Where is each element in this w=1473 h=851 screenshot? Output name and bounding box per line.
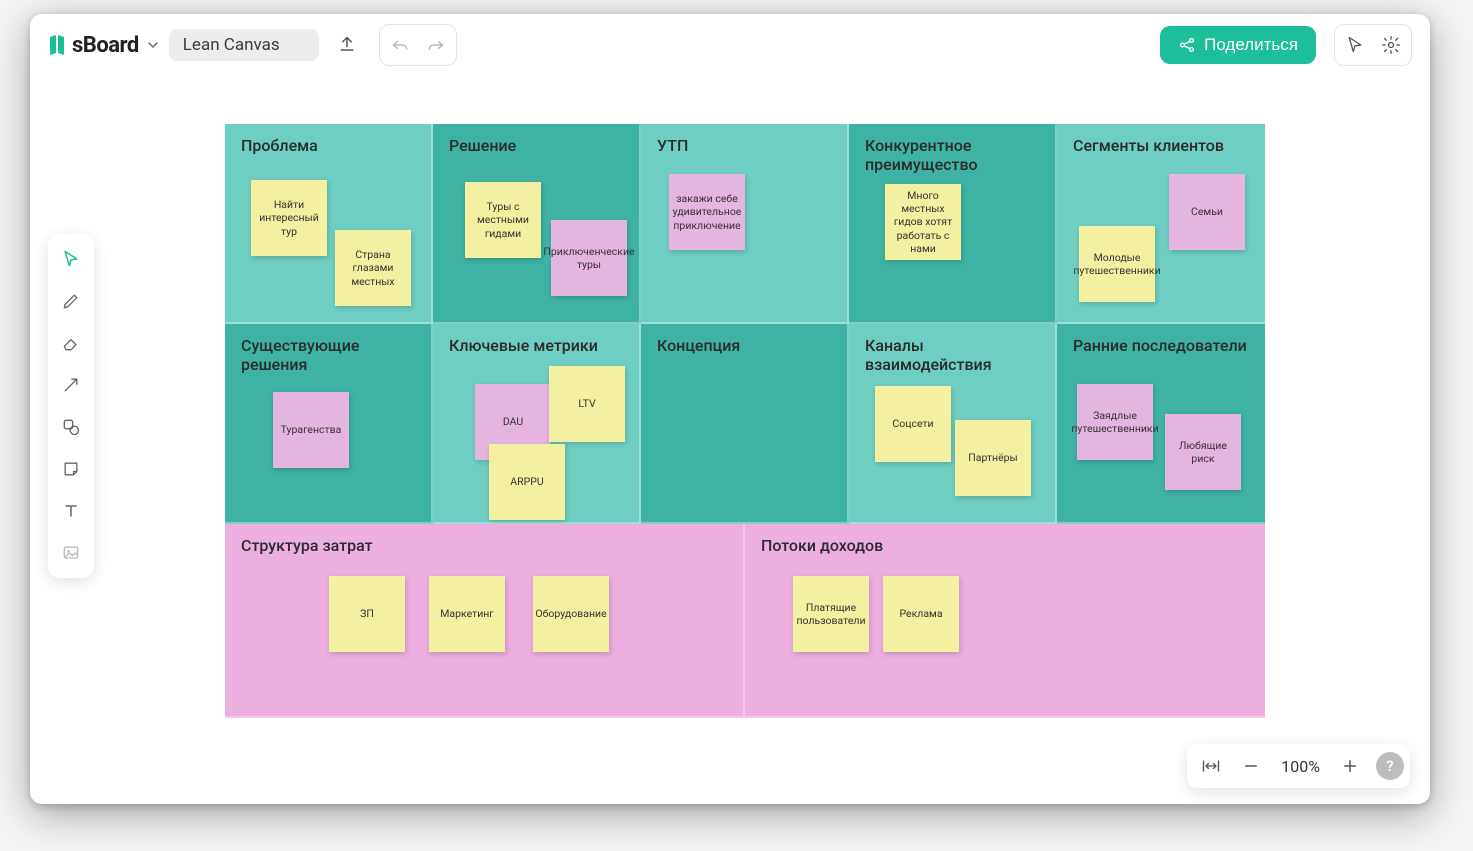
cell-problem[interactable]: Проблема Найти интересный турСтрана глаз…	[225, 124, 433, 324]
sticky-note[interactable]: ARPPU	[489, 444, 565, 520]
cell-title: Ранние последователи	[1073, 336, 1249, 355]
cell-title: Структура затрат	[241, 536, 727, 555]
cell-existing[interactable]: Существующие решения Турагенства	[225, 324, 433, 524]
top-right-group	[1334, 24, 1412, 66]
shape-tool[interactable]	[52, 408, 90, 446]
sticky-note[interactable]: Реклама	[883, 576, 959, 652]
topbar: sBoard Lean Canvas Поделиться	[30, 14, 1430, 76]
cell-solution[interactable]: Решение Туры с местными гидамиПриключенч…	[433, 124, 641, 324]
sticky-note[interactable]: LTV	[549, 366, 625, 442]
sticky-note[interactable]: Страна глазами местных	[335, 230, 411, 306]
share-icon	[1178, 36, 1196, 54]
cell-title: Решение	[449, 136, 623, 155]
cell-title: Концепция	[657, 336, 831, 355]
image-icon	[61, 543, 81, 563]
sticky-note[interactable]: Оборудование	[533, 576, 609, 652]
pencil-icon	[61, 291, 81, 311]
share-button[interactable]: Поделиться	[1160, 26, 1316, 64]
sticky-note[interactable]: Туры с местными гидами	[465, 182, 541, 258]
cell-concept[interactable]: Концепция	[641, 324, 849, 524]
lean-canvas[interactable]: Проблема Найти интересный турСтрана глаз…	[225, 124, 1265, 724]
minus-icon	[1242, 757, 1260, 775]
sticky-note[interactable]: Любящие риск	[1165, 414, 1241, 490]
undo-redo-group	[379, 24, 457, 66]
cell-advantage[interactable]: Конкурентное преимущество Много местных …	[849, 124, 1057, 324]
fit-icon	[1201, 758, 1221, 774]
logo-text: sBoard	[72, 33, 139, 58]
help-button[interactable]: ?	[1376, 752, 1404, 780]
pen-tool[interactable]	[52, 282, 90, 320]
upload-button[interactable]	[329, 27, 365, 63]
gear-icon	[1381, 35, 1401, 55]
sticky-note[interactable]: Платящие пользователи	[793, 576, 869, 652]
settings-button[interactable]	[1373, 27, 1409, 63]
eraser-tool[interactable]	[52, 324, 90, 362]
cell-title: Каналы взаимодействия	[865, 336, 1039, 374]
cell-revenue[interactable]: Потоки доходов Платящие пользователиРекл…	[745, 524, 1265, 718]
sticky-note[interactable]: Турагенства	[273, 392, 349, 468]
app-window: sBoard Lean Canvas Поделиться	[30, 14, 1430, 804]
shape-icon	[61, 417, 81, 437]
share-label: Поделиться	[1204, 35, 1298, 55]
cell-title: Конкурентное преимущество	[865, 136, 1039, 174]
arrow-icon	[61, 375, 81, 395]
cell-title: Потоки доходов	[761, 536, 1249, 555]
pointer-icon	[61, 249, 81, 269]
cell-title: Проблема	[241, 136, 415, 155]
eraser-icon	[61, 333, 81, 353]
cell-title: Ключевые метрики	[449, 336, 623, 355]
upload-icon	[337, 35, 357, 55]
sticky-note[interactable]: Найти интересный тур	[251, 180, 327, 256]
cell-segments[interactable]: Сегменты клиентов СемьиМолодые путешеств…	[1057, 124, 1265, 324]
undo-button[interactable]	[382, 27, 418, 63]
sticky-note[interactable]: Партнёры	[955, 420, 1031, 496]
sticky-note[interactable]: Семьи	[1169, 174, 1245, 250]
redo-icon	[426, 35, 446, 55]
logo-menu[interactable]: sBoard	[48, 33, 159, 58]
sticky-note[interactable]: Маркетинг	[429, 576, 505, 652]
text-icon	[61, 501, 81, 521]
cell-costs[interactable]: Структура затрат ЗП Маркетинг Оборудование	[225, 524, 745, 718]
cell-early[interactable]: Ранние последователи Заядлые путешествен…	[1057, 324, 1265, 524]
side-toolbar	[48, 234, 94, 578]
cell-title: Сегменты клиентов	[1073, 136, 1249, 155]
sticky-note[interactable]: Приключенческие туры	[551, 220, 627, 296]
board-title-input[interactable]: Lean Canvas	[169, 29, 319, 61]
sticky-note[interactable]: Молодые путешественники	[1079, 226, 1155, 302]
cell-channels[interactable]: Каналы взаимодействия СоцсетиПартнёры	[849, 324, 1057, 524]
text-tool[interactable]	[52, 492, 90, 530]
plus-icon	[1341, 757, 1359, 775]
sticky-note[interactable]: Соцсети	[875, 386, 951, 462]
zoom-out-button[interactable]	[1233, 748, 1269, 784]
sticky-note[interactable]: Заядлые путешественники	[1077, 384, 1153, 460]
cursor-icon	[1345, 35, 1365, 55]
sticky-note[interactable]: ЗП	[329, 576, 405, 652]
chevron-down-icon	[147, 39, 159, 51]
undo-icon	[390, 35, 410, 55]
cell-title: УТП	[657, 136, 831, 155]
zoom-label: 100%	[1273, 757, 1328, 776]
arrow-tool[interactable]	[52, 366, 90, 404]
cursor-mode-button[interactable]	[1337, 27, 1373, 63]
sticky-note-icon	[61, 459, 81, 479]
cell-uvp[interactable]: УТП закажи себе удивительное приключение	[641, 124, 849, 324]
image-tool[interactable]	[52, 534, 90, 572]
zoom-bar: 100% ?	[1187, 744, 1410, 788]
fit-to-screen-button[interactable]	[1193, 748, 1229, 784]
sticky-note[interactable]: закажи себе удивительное приключение	[669, 174, 745, 250]
cell-metrics[interactable]: Ключевые метрики DAULTVARPPU	[433, 324, 641, 524]
logo-icon	[48, 35, 66, 55]
select-tool[interactable]	[52, 240, 90, 278]
cell-title: Существующие решения	[241, 336, 415, 374]
sticky-note-tool[interactable]	[52, 450, 90, 488]
sticky-note[interactable]: Много местных гидов хотят работать с нам…	[885, 184, 961, 260]
zoom-in-button[interactable]	[1332, 748, 1368, 784]
redo-button[interactable]	[418, 27, 454, 63]
